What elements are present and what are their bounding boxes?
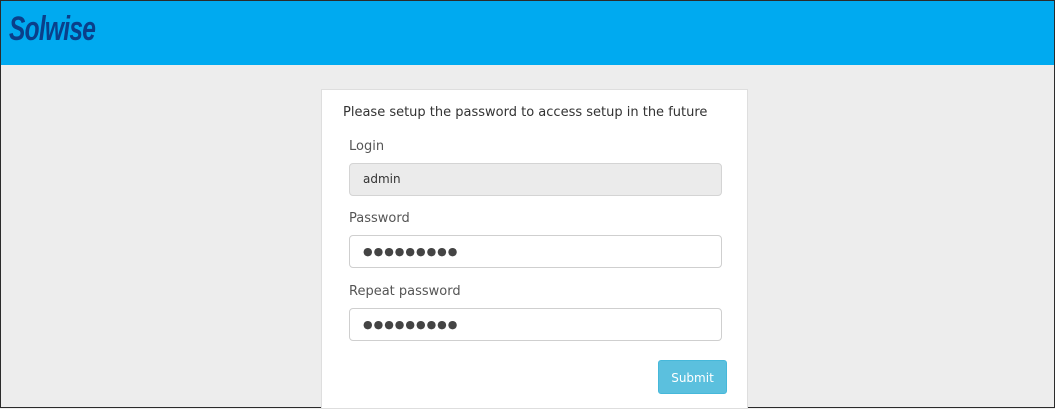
repeat-password-label: Repeat password	[349, 284, 461, 299]
password-label: Password	[349, 211, 410, 226]
password-setup-card: Please setup the password to access setu…	[321, 89, 748, 409]
repeat-password-field[interactable]: ●●●●●●●●●	[349, 308, 722, 341]
login-label: Login	[349, 139, 385, 154]
password-field[interactable]: ●●●●●●●●●	[349, 235, 722, 268]
solwise-logo: Solwise	[9, 10, 96, 48]
header-bar: Solwise	[1, 1, 1054, 65]
setup-instructions: Please setup the password to access setu…	[343, 105, 708, 120]
login-field: admin	[349, 163, 722, 196]
submit-button[interactable]: Submit	[658, 360, 727, 394]
